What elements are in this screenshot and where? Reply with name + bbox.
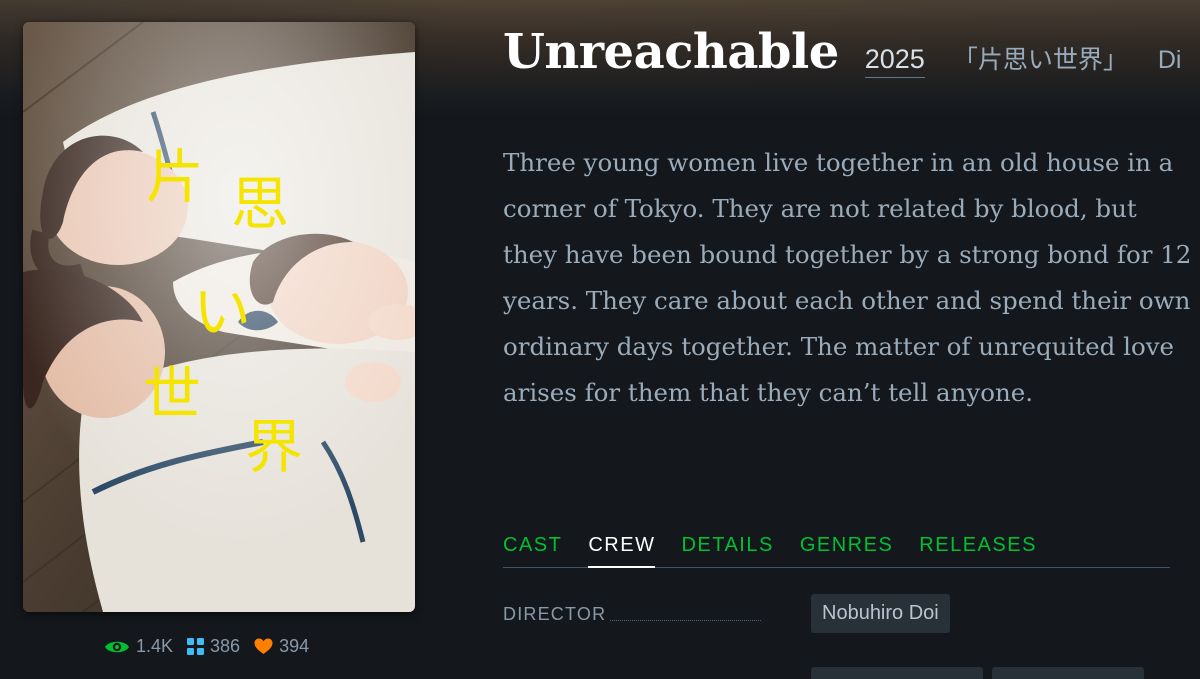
poster-title-char: 片 bbox=[146, 143, 204, 211]
lists-count: 386 bbox=[210, 636, 241, 656]
watched-stat[interactable]: 1.4K bbox=[104, 636, 173, 657]
lists-stat[interactable]: 386 bbox=[187, 636, 240, 657]
director-name-chip[interactable]: Nobuhiro Doi bbox=[811, 594, 950, 633]
crew-chip-partial[interactable] bbox=[811, 667, 983, 679]
heart-icon bbox=[254, 638, 273, 654]
grid-icon bbox=[187, 638, 205, 655]
director-label: DIRECTOR bbox=[503, 604, 607, 624]
film-title: Unreachable bbox=[503, 24, 839, 80]
crew-director-row: DIRECTOR Nobuhiro Doi bbox=[503, 594, 1170, 633]
poster-title-char: い bbox=[193, 278, 251, 346]
tab-details[interactable]: DETAILS bbox=[681, 534, 773, 567]
original-title: 「片思い世界」 bbox=[952, 46, 1128, 74]
film-poster[interactable]: 片 思 い 世 界 bbox=[23, 22, 415, 612]
tab-releases[interactable]: RELEASES bbox=[919, 534, 1037, 567]
likes-count: 394 bbox=[279, 636, 310, 656]
likes-stat[interactable]: 394 bbox=[254, 636, 309, 657]
film-header: Unreachable 2025 「片思い世界」 Di bbox=[503, 24, 1181, 80]
directed-by-text: Di bbox=[1157, 46, 1182, 74]
film-year-link[interactable]: 2025 bbox=[864, 44, 925, 78]
film-synopsis: Three young women live together in an ol… bbox=[503, 148, 1192, 407]
leader-dots bbox=[610, 620, 761, 621]
tab-cast[interactable]: CAST bbox=[503, 534, 562, 567]
film-stats: 1.4K 386 394 bbox=[104, 636, 309, 657]
tab-crew[interactable]: CREW bbox=[588, 534, 656, 568]
tab-genres[interactable]: GENRES bbox=[800, 534, 893, 567]
poster-title-char: 思 bbox=[231, 170, 289, 238]
poster-title-char: 世 bbox=[143, 360, 201, 428]
poster-artwork: 片 思 い 世 界 bbox=[23, 22, 415, 612]
crew-role-label: DIRECTOR bbox=[503, 594, 771, 625]
poster-title-char: 界 bbox=[245, 413, 303, 481]
film-tabs: CAST CREW DETAILS GENRES RELEASES bbox=[503, 534, 1170, 568]
film-page: 片 思 い 世 界 1.4K 386 394 Unreachable 2025 … bbox=[0, 0, 1200, 679]
crew-chip-partial[interactable] bbox=[992, 667, 1144, 679]
watched-count: 1.4K bbox=[136, 636, 174, 656]
eye-icon bbox=[105, 641, 129, 652]
